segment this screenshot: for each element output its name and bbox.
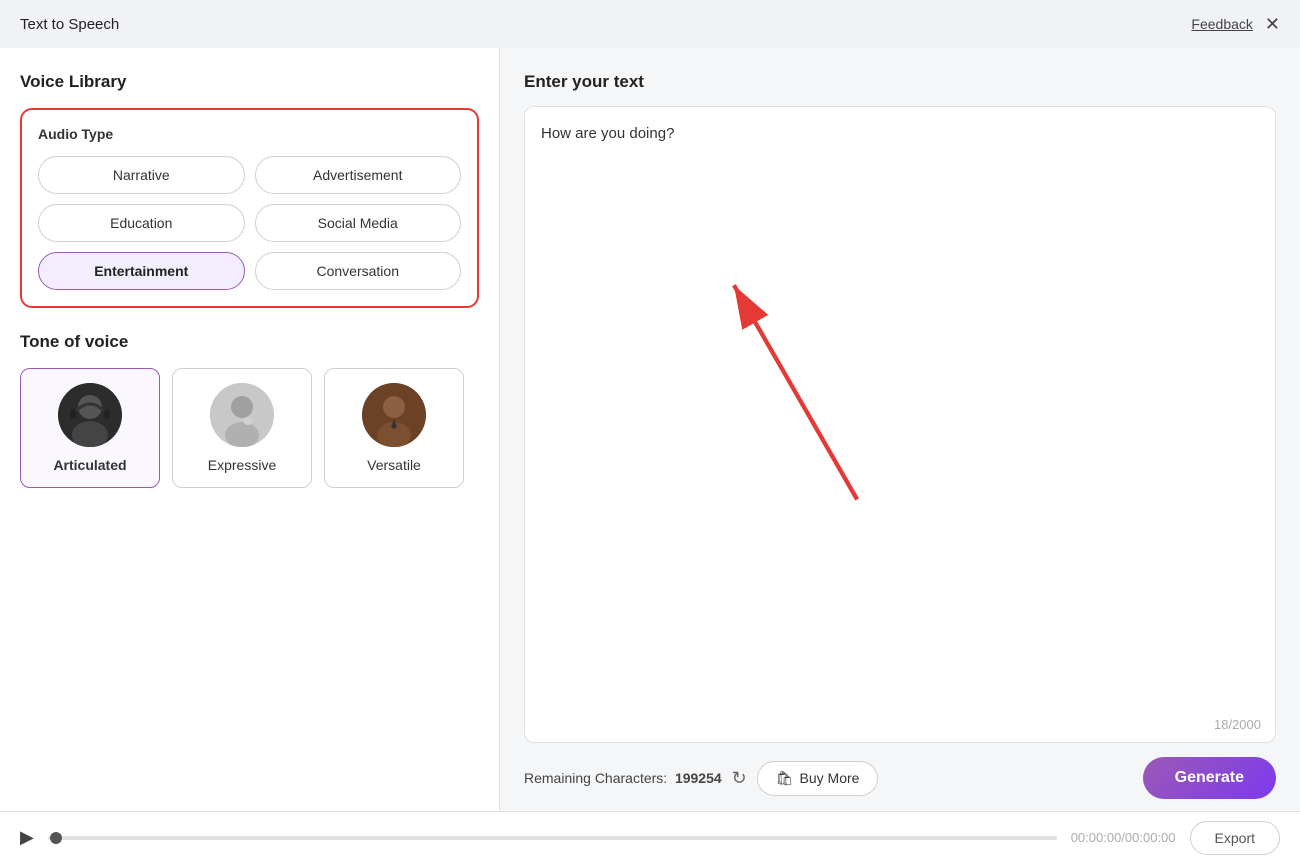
progress-track[interactable] xyxy=(48,836,1057,840)
right-panel: Enter your text How are you doing? 18/20… xyxy=(500,48,1300,811)
annotation-arrow xyxy=(525,107,1275,742)
right-bottom-bar: Remaining Characters: 199254 ↻ 🛍 Buy Mor… xyxy=(524,743,1276,799)
tone-of-voice-section: Tone of voice Articul xyxy=(20,332,479,488)
tone-avatar-expressive xyxy=(210,383,274,447)
articulated-avatar-svg xyxy=(58,383,122,447)
audio-type-advertisement[interactable]: Advertisement xyxy=(255,156,462,194)
versatile-avatar-svg xyxy=(362,383,426,447)
remaining-count: 199254 xyxy=(675,770,722,786)
tone-card-versatile[interactable]: Versatile xyxy=(324,368,464,488)
tone-label-versatile: Versatile xyxy=(367,457,421,473)
text-area-wrapper: How are you doing? 18/2000 xyxy=(524,106,1276,743)
playback-bar: ▶ 00:00:00/00:00:00 Export xyxy=(0,811,1300,863)
tone-label-articulated: Articulated xyxy=(53,457,126,473)
buy-more-button[interactable]: 🛍 Buy More xyxy=(757,761,879,796)
expressive-avatar-svg xyxy=(210,383,274,447)
progress-thumb xyxy=(50,832,62,844)
audio-type-conversation[interactable]: Conversation xyxy=(255,252,462,290)
tone-card-articulated[interactable]: Articulated xyxy=(20,368,160,488)
buy-more-label: Buy More xyxy=(800,770,860,786)
tone-avatar-versatile xyxy=(362,383,426,447)
feedback-link[interactable]: Feedback xyxy=(1191,16,1252,32)
audio-type-grid: Narrative Advertisement Education Social… xyxy=(38,156,461,290)
char-count: 18/2000 xyxy=(1214,717,1261,732)
title-bar-actions: Feedback ✕ xyxy=(1191,15,1280,33)
tone-avatar-articulated xyxy=(58,383,122,447)
tone-grid: Articulated Expressive xyxy=(20,368,479,488)
export-button[interactable]: Export xyxy=(1190,821,1280,855)
buy-more-icon: 🛍 xyxy=(776,770,794,787)
tone-of-voice-title: Tone of voice xyxy=(20,332,479,352)
tone-label-expressive: Expressive xyxy=(208,457,276,473)
play-button[interactable]: ▶ xyxy=(20,827,34,848)
title-bar: Text to Speech Feedback ✕ xyxy=(0,0,1300,48)
audio-type-education[interactable]: Education xyxy=(38,204,245,242)
text-content[interactable]: How are you doing? xyxy=(541,123,1259,146)
remaining-chars-label: Remaining Characters: 199254 xyxy=(524,770,722,786)
audio-type-narrative[interactable]: Narrative xyxy=(38,156,245,194)
voice-library-title: Voice Library xyxy=(20,72,479,92)
remaining-chars-section: Remaining Characters: 199254 ↻ 🛍 Buy Mor… xyxy=(524,761,878,796)
generate-button[interactable]: Generate xyxy=(1143,757,1276,799)
audio-type-social-media[interactable]: Social Media xyxy=(255,204,462,242)
time-display: 00:00:00/00:00:00 xyxy=(1071,830,1176,845)
audio-type-label: Audio Type xyxy=(38,126,461,142)
enter-text-title: Enter your text xyxy=(524,72,1276,92)
app-title: Text to Speech xyxy=(20,16,119,33)
close-button[interactable]: ✕ xyxy=(1265,15,1280,33)
audio-type-entertainment[interactable]: Entertainment xyxy=(38,252,245,290)
audio-type-box: Audio Type Narrative Advertisement Educa… xyxy=(20,108,479,308)
left-panel: Voice Library Audio Type Narrative Adver… xyxy=(0,48,500,811)
main-layout: Voice Library Audio Type Narrative Adver… xyxy=(0,48,1300,811)
refresh-button[interactable]: ↻ xyxy=(732,768,747,789)
tone-card-expressive[interactable]: Expressive xyxy=(172,368,312,488)
